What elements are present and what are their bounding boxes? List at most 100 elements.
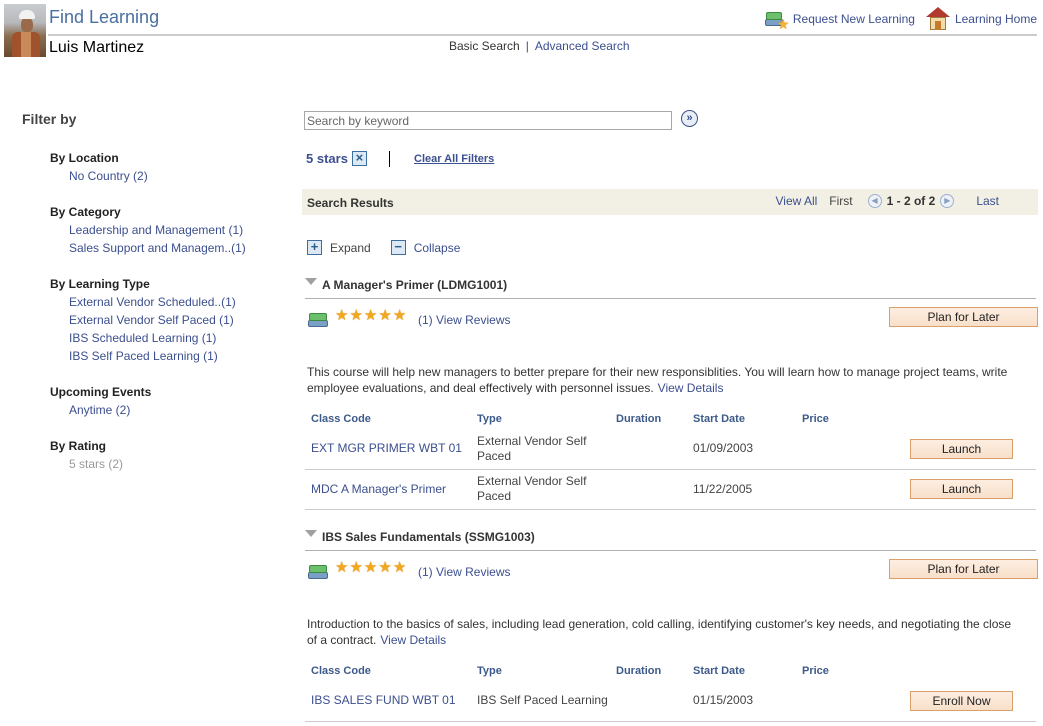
course-rating-row: ★ ★ ★ ★ ★ (1) View Reviews Plan for Late… bbox=[305, 299, 1038, 330]
filter-item-selected: 5 stars (2) bbox=[69, 457, 124, 471]
class-duration bbox=[610, 469, 687, 510]
view-details-link[interactable]: View Details bbox=[658, 381, 724, 395]
avatar-hard-hat bbox=[19, 10, 35, 19]
request-new-learning-label: Request New Learning bbox=[792, 12, 915, 26]
filter-item[interactable]: IBS Scheduled Learning (1) bbox=[50, 329, 236, 347]
column-header-class-code: Class Code bbox=[311, 413, 371, 425]
top-links: ★ Request New Learning Learning Home bbox=[763, 7, 1037, 31]
remove-filter-icon[interactable]: × bbox=[351, 151, 367, 166]
filter-group-title: By Location bbox=[50, 151, 119, 165]
header-divider bbox=[48, 34, 1037, 36]
filter-item[interactable]: Sales Support and Managem..(1) bbox=[50, 239, 246, 257]
expand-all-button[interactable]: Expand bbox=[330, 241, 371, 255]
course-books-icon bbox=[307, 562, 331, 582]
next-page-icon[interactable]: ▶ bbox=[940, 194, 955, 208]
expand-collapse-controls: + Expand − Collapse bbox=[307, 240, 460, 255]
filter-group-category: By Category Leadership and Management (1… bbox=[50, 203, 246, 257]
column-header-class-code: Class Code bbox=[311, 665, 371, 677]
enroll-now-button[interactable]: Enroll Now bbox=[910, 690, 1013, 711]
search-mode-nav: Basic Search | Advanced Search bbox=[449, 39, 630, 53]
classes-table: Class Code Type Duration Start Date Pric… bbox=[305, 409, 1036, 510]
learning-home-link[interactable]: Learning Home bbox=[925, 7, 1037, 31]
table-row: EXT MGR PRIMER WBT 01 External Vendor Se… bbox=[305, 429, 1036, 470]
column-header-price: Price bbox=[802, 413, 829, 425]
view-details-link[interactable]: View Details bbox=[380, 633, 446, 647]
prev-page-icon[interactable]: ◀ bbox=[867, 194, 882, 208]
filter-item[interactable]: IBS Self Paced Learning (1) bbox=[50, 347, 236, 365]
filter-group-title: By Category bbox=[50, 205, 121, 219]
search-go-button[interactable]: » bbox=[681, 110, 698, 127]
class-start-date: 01/09/2003 bbox=[687, 429, 796, 470]
star-icon: ★ bbox=[335, 307, 349, 324]
column-header-duration: Duration bbox=[616, 413, 662, 425]
star-icon: ★ bbox=[335, 559, 349, 576]
collapse-triangle-icon[interactable] bbox=[305, 278, 317, 285]
keyword-search-input[interactable] bbox=[304, 111, 672, 130]
class-code-link[interactable]: EXT MGR PRIMER WBT 01 bbox=[305, 429, 471, 470]
course-header[interactable]: IBS Sales Fundamentals (SSMG1003) bbox=[305, 527, 1036, 551]
column-header-action bbox=[896, 409, 1036, 429]
double-chevron-right-icon: » bbox=[686, 112, 693, 124]
launch-button[interactable]: Launch bbox=[910, 479, 1013, 499]
filter-item[interactable]: External Vendor Scheduled..(1) bbox=[50, 293, 236, 311]
clear-all-filters-link[interactable]: Clear All Filters bbox=[414, 153, 494, 165]
course-header[interactable]: A Manager's Primer (LDMG1001) bbox=[305, 275, 1036, 299]
collapse-all-link[interactable]: Collapse bbox=[414, 241, 461, 255]
nav-separator: | bbox=[525, 39, 529, 53]
plan-for-later-button[interactable]: Plan for Later bbox=[889, 559, 1038, 579]
table-row: IBS SALES FUND WBT 01 IBS Self Paced Lea… bbox=[305, 681, 1036, 722]
filter-by-heading: Filter by bbox=[22, 111, 77, 127]
filter-group-title: Upcoming Events bbox=[50, 385, 152, 399]
pager: View All First ◀ 1 - 2 of 2 ▶ Last bbox=[775, 194, 999, 208]
rating-stars: ★ ★ ★ ★ ★ bbox=[335, 308, 407, 323]
expand-icon[interactable]: + bbox=[307, 240, 322, 255]
plan-for-later-button[interactable]: Plan for Later bbox=[889, 307, 1038, 327]
star-icon: ★ bbox=[349, 307, 363, 324]
table-row: MDC A Manager's Primer External Vendor S… bbox=[305, 469, 1036, 510]
course-books-icon bbox=[307, 310, 331, 330]
filter-item[interactable]: Anytime (2) bbox=[50, 401, 151, 419]
reviews: (1) View Reviews bbox=[418, 565, 511, 579]
filter-item[interactable]: No Country (2) bbox=[50, 167, 148, 185]
course-result: A Manager's Primer (LDMG1001) ★ ★ ★ ★ ★ … bbox=[305, 275, 1038, 510]
course-title: IBS Sales Fundamentals (SSMG1003) bbox=[322, 530, 535, 544]
filter-group-title: By Learning Type bbox=[50, 277, 150, 291]
class-code-link[interactable]: MDC A Manager's Primer bbox=[305, 469, 471, 510]
filter-divider bbox=[389, 151, 390, 167]
collapse-icon[interactable]: − bbox=[390, 240, 406, 255]
class-price bbox=[796, 429, 896, 470]
column-header-type: Type bbox=[477, 413, 502, 425]
basic-search-tab[interactable]: Basic Search bbox=[449, 39, 520, 53]
star-icon: ★ bbox=[378, 307, 392, 324]
rating-stars: ★ ★ ★ ★ ★ bbox=[335, 560, 407, 575]
request-new-learning-link[interactable]: ★ Request New Learning bbox=[763, 7, 915, 31]
class-action-cell: Enroll Now bbox=[896, 681, 1036, 722]
page-count: 1 - 2 of 2 bbox=[886, 194, 936, 208]
class-code-link[interactable]: IBS SALES FUND WBT 01 bbox=[305, 681, 471, 722]
column-header-action bbox=[896, 661, 1036, 681]
last-link[interactable]: Last bbox=[976, 194, 999, 208]
learning-home-label: Learning Home bbox=[954, 12, 1037, 26]
filter-group-title: By Rating bbox=[50, 439, 107, 453]
class-type: IBS Self Paced Learning bbox=[471, 681, 610, 722]
view-all-link[interactable]: View All bbox=[775, 194, 817, 208]
star-icon: ★ bbox=[363, 307, 378, 324]
view-reviews-link[interactable]: View Reviews bbox=[436, 565, 510, 579]
classes-table: Class Code Type Duration Start Date Pric… bbox=[305, 661, 1036, 722]
launch-button[interactable]: Launch bbox=[910, 438, 1013, 459]
active-filter-label: 5 stars bbox=[306, 151, 348, 166]
course-result: IBS Sales Fundamentals (SSMG1003) ★ ★ ★ … bbox=[305, 527, 1038, 722]
filter-item[interactable]: Leadership and Management (1) bbox=[50, 221, 246, 239]
star-icon: ★ bbox=[392, 559, 407, 576]
class-price bbox=[796, 469, 896, 510]
view-reviews-link[interactable]: View Reviews bbox=[436, 313, 510, 327]
class-action-cell: Launch bbox=[896, 429, 1036, 470]
filter-item[interactable]: External Vendor Self Paced (1) bbox=[50, 311, 236, 329]
course-title: A Manager's Primer (LDMG1001) bbox=[322, 278, 508, 292]
class-start-date: 11/22/2005 bbox=[687, 469, 796, 510]
collapse-triangle-icon[interactable] bbox=[305, 530, 317, 537]
filter-group-location: By Location No Country (2) bbox=[50, 149, 148, 185]
active-filter-chip: 5 stars × bbox=[306, 151, 367, 166]
avatar-face bbox=[21, 18, 33, 32]
advanced-search-link[interactable]: Advanced Search bbox=[535, 39, 630, 53]
